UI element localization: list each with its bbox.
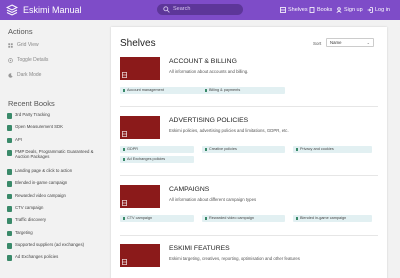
nav-login[interactable]: Log in bbox=[367, 5, 390, 15]
book-icon bbox=[309, 7, 315, 13]
recent-book-title: API bbox=[15, 136, 22, 142]
book-icon bbox=[7, 218, 12, 224]
shelf-description: Eskimi policies, advertising policies an… bbox=[169, 128, 289, 133]
book-icon bbox=[7, 125, 12, 131]
sort-select[interactable]: Name ⌄ bbox=[326, 38, 374, 47]
shelves-icon bbox=[280, 7, 286, 13]
shelf-book-chip[interactable]: GDPR bbox=[120, 146, 194, 153]
book-icon bbox=[7, 243, 12, 249]
book-icon bbox=[7, 193, 12, 200]
search-input[interactable]: Search bbox=[157, 4, 243, 15]
grid-icon bbox=[8, 42, 13, 48]
shelf-name[interactable]: CAMPAIGNS bbox=[169, 186, 209, 193]
app-title[interactable]: Eskimi Manual bbox=[23, 4, 82, 16]
recent-book-item[interactable]: Blended in-game campaign bbox=[7, 181, 101, 193]
shelf-item[interactable]: ACCOUNT & BILLING All information about … bbox=[120, 57, 378, 99]
recent-book-title: Supported suppliers (ad exchanges) bbox=[15, 242, 85, 248]
nav-login-label: Log in bbox=[375, 7, 390, 13]
nav-signup[interactable]: Sign up bbox=[336, 5, 363, 15]
search-placeholder: Search bbox=[173, 6, 191, 12]
shelf-item[interactable]: CAMPAIGNS All information about differen… bbox=[120, 185, 378, 227]
recent-book-title: Traffic discovery bbox=[15, 217, 47, 223]
recent-book-item[interactable]: Open Measurement SDK bbox=[7, 125, 101, 137]
shelf-thumbnail[interactable] bbox=[120, 185, 160, 208]
nav-books[interactable]: Books bbox=[309, 5, 332, 15]
shelf-book-chip[interactable]: Billing & payments bbox=[202, 87, 285, 94]
top-header: Eskimi Manual Search Shelves Books Sign … bbox=[0, 0, 400, 20]
action-grid-view-label: Grid View bbox=[17, 42, 39, 48]
shelf-divider bbox=[120, 106, 378, 107]
details-icon bbox=[8, 57, 13, 63]
shelf-book-chip[interactable]: Privacy and cookies bbox=[293, 146, 372, 153]
recent-books-heading: Recent Books bbox=[8, 99, 55, 108]
book-icon bbox=[7, 137, 12, 144]
shelf-item[interactable]: ADVERTISING POLICIES Eskimi policies, ad… bbox=[120, 116, 378, 166]
signup-icon bbox=[336, 7, 342, 13]
recent-book-title: 3rd Party Tracking bbox=[15, 112, 50, 117]
action-toggle-details-label: Toggle Details bbox=[17, 57, 49, 63]
nav-shelves-label: Shelves bbox=[288, 7, 308, 13]
chevron-down-icon: ⌄ bbox=[366, 40, 370, 45]
recent-book-title: Open Measurement SDK bbox=[15, 124, 64, 130]
shelf-book-chip[interactable]: CTV campaign bbox=[120, 215, 194, 222]
action-dark-mode[interactable]: Dark Mode bbox=[8, 72, 41, 78]
book-icon bbox=[7, 113, 12, 119]
action-toggle-details[interactable]: Toggle Details bbox=[8, 57, 48, 63]
shelf-name[interactable]: ESKIMI FEATURES bbox=[169, 245, 230, 252]
recent-book-title: PMP Deals, Programmatic Guaranteed & Auc… bbox=[15, 149, 94, 159]
search-icon bbox=[163, 6, 170, 13]
shelf-description: All information about different campaign… bbox=[169, 197, 257, 202]
action-dark-mode-label: Dark Mode bbox=[17, 72, 42, 78]
shelf-book-chip[interactable]: Blended in-game campaign bbox=[293, 215, 372, 222]
shelf-icon bbox=[122, 259, 127, 265]
page-title: Shelves bbox=[120, 38, 156, 49]
recent-book-title: CTV campaign bbox=[15, 205, 44, 211]
recent-book-title: Targeting bbox=[15, 229, 33, 235]
shelf-book-chip[interactable]: Creative policies bbox=[202, 146, 285, 153]
sort-label: Sort bbox=[313, 41, 322, 46]
book-icon bbox=[7, 150, 12, 156]
shelf-icon bbox=[122, 131, 127, 137]
shelf-description: Eskimi targeting, creatives, reporting, … bbox=[169, 256, 300, 261]
recent-book-item[interactable]: Traffic discovery bbox=[7, 218, 101, 230]
shelf-icon bbox=[122, 200, 127, 206]
recent-book-item[interactable]: Ad Exchanges policies bbox=[7, 255, 101, 267]
shelf-thumbnail[interactable] bbox=[120, 57, 160, 80]
recent-book-title: Rewarded video campaign bbox=[15, 192, 66, 198]
nav-books-label: Books bbox=[317, 7, 333, 13]
login-icon bbox=[367, 7, 373, 13]
recent-book-title: Landing page & click to action bbox=[15, 168, 73, 174]
shelf-icon bbox=[122, 72, 127, 78]
shelf-divider bbox=[120, 235, 378, 236]
recent-book-title: Blended in-game campaign bbox=[15, 180, 68, 186]
nav-signup-label: Sign up bbox=[344, 7, 363, 13]
recent-books-list: 3rd Party Tracking Open Measurement SDK … bbox=[7, 112, 101, 268]
shelves-panel: Shelves Sort Name ⌄ ACCOUNT & BILLING Al… bbox=[111, 27, 387, 278]
shelf-divider bbox=[120, 175, 378, 176]
shelf-book-chip[interactable]: Ad Exchanges policies bbox=[120, 156, 194, 163]
shelf-name[interactable]: ACCOUNT & BILLING bbox=[169, 58, 237, 65]
book-icon bbox=[7, 230, 12, 237]
action-grid-view[interactable]: Grid View bbox=[8, 42, 39, 48]
shelf-thumbnail[interactable] bbox=[120, 116, 160, 139]
shelf-thumbnail[interactable] bbox=[120, 244, 160, 267]
book-icon bbox=[7, 206, 12, 212]
shelf-item[interactable]: ESKIMI FEATURES Eskimi targeting, creati… bbox=[120, 244, 378, 274]
recent-book-title: Ad Exchanges policies bbox=[15, 254, 59, 260]
actions-heading: Actions bbox=[8, 27, 33, 36]
shelf-book-chip[interactable]: Rewarded video campaign bbox=[202, 215, 285, 222]
recent-book-item[interactable]: PMP Deals, Programmatic Guaranteed & Auc… bbox=[7, 149, 101, 169]
nav-shelves[interactable]: Shelves bbox=[280, 5, 308, 15]
sort-value: Name bbox=[330, 40, 342, 45]
moon-icon bbox=[8, 72, 13, 78]
book-icon bbox=[7, 255, 12, 261]
logo-icon[interactable] bbox=[6, 4, 18, 16]
book-icon bbox=[7, 169, 12, 175]
book-icon bbox=[7, 181, 12, 187]
shelf-description: All information about accounts and billi… bbox=[169, 69, 249, 74]
shelf-name[interactable]: ADVERTISING POLICIES bbox=[169, 117, 248, 124]
